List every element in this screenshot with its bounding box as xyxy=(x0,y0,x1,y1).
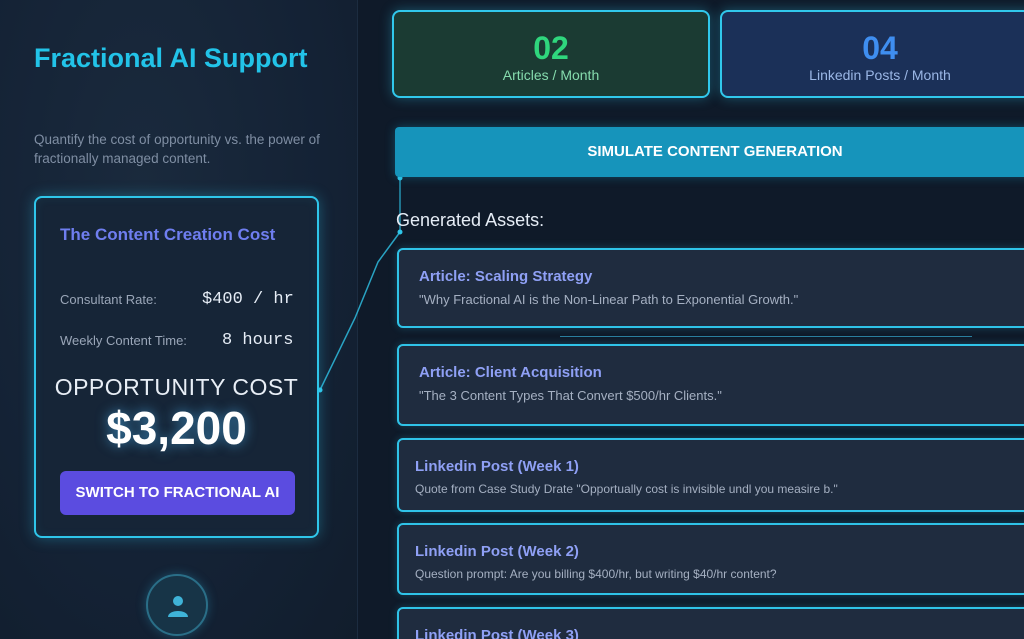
articles-stat-card: 02 Articles / Month xyxy=(392,10,710,98)
asset-card-client-acquisition[interactable]: Article: Client Acquisition "The 3 Conte… xyxy=(397,344,1024,426)
asset-title: Linkedin Post (Week 2) xyxy=(415,543,579,560)
asset-title: Linkedin Post (Week 1) xyxy=(415,458,579,475)
asset-title: Linkedin Post (Week 3) xyxy=(415,627,579,639)
asset-card-linkedin-week-1[interactable]: Linkedin Post (Week 1) Quote from Case S… xyxy=(397,438,1024,512)
articles-count: 02 xyxy=(533,30,569,66)
asset-description: Question prompt: Are you billing $400/hr… xyxy=(415,567,777,581)
asset-card-scaling-strategy[interactable]: Article: Scaling Strategy "Why Fractiona… xyxy=(397,248,1024,328)
assets-heading: Generated Assets: xyxy=(396,210,545,230)
asset-description: "The 3 Content Types That Convert $500/h… xyxy=(419,388,722,403)
asset-description: "Why Fractional AI is the Non-Linear Pat… xyxy=(419,292,799,307)
divider xyxy=(560,336,972,337)
asset-title: Article: Client Acquisition xyxy=(419,364,602,381)
linkedin-count: 04 xyxy=(862,30,898,66)
asset-card-linkedin-week-3[interactable]: Linkedin Post (Week 3) xyxy=(397,607,1024,639)
linkedin-label: Linkedin Posts / Month xyxy=(809,67,951,83)
asset-card-linkedin-week-2[interactable]: Linkedin Post (Week 2) Question prompt: … xyxy=(397,523,1024,595)
asset-title: Article: Scaling Strategy xyxy=(419,268,593,285)
simulate-content-button[interactable]: SIMULATE CONTENT GENERATION xyxy=(395,127,1024,177)
asset-description: Quote from Case Study Drate "Opportually… xyxy=(415,482,838,496)
articles-label: Articles / Month xyxy=(502,67,600,83)
linkedin-stat-card: 04 Linkedin Posts / Month xyxy=(720,10,1024,98)
app-root: Fractional AI Support Quantify the cost … xyxy=(0,0,1024,639)
